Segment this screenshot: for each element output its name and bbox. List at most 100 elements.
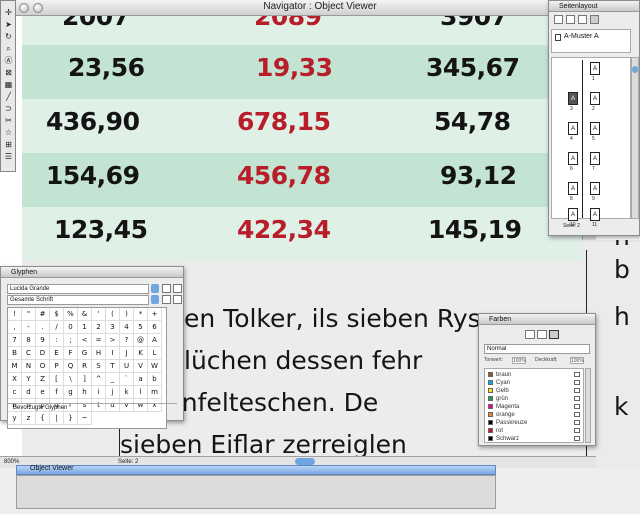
favorites-label[interactable]: Bevorzugte Glyphen [13, 405, 67, 411]
page-thumbnail[interactable]: A [568, 122, 578, 135]
grid-tool-icon[interactable]: ⊞ [3, 139, 14, 150]
duplicate-page-icon[interactable] [566, 15, 575, 24]
color-item[interactable]: Passkreuze [488, 419, 582, 427]
glyph-cell[interactable]: } [64, 412, 78, 425]
color-item[interactable]: orange [488, 411, 582, 419]
page-thumbnail[interactable]: A [590, 122, 600, 135]
glyph-cell[interactable]: \ [64, 373, 78, 386]
hand-tool-icon[interactable]: ☰ [3, 151, 14, 162]
color-item[interactable]: rot [488, 427, 582, 435]
panel-title[interactable]: Seitenlayout [549, 1, 639, 12]
glyph-cell[interactable]: ! [8, 308, 22, 321]
glyph-cell[interactable]: 7 [8, 334, 22, 347]
glyph-cell[interactable]: L [148, 347, 162, 360]
page-list-scrollbar[interactable] [631, 57, 639, 219]
font-dropdown-icon[interactable] [151, 284, 159, 293]
glyph-cell[interactable]: V [134, 360, 148, 373]
glyph-cell[interactable]: ^ [92, 373, 106, 386]
glyph-cell[interactable]: O [36, 360, 50, 373]
zoom-tool-icon[interactable]: ⌕ [3, 43, 14, 54]
page-thumbnail[interactable]: A [590, 208, 600, 221]
glyph-cell[interactable]: < [78, 334, 92, 347]
panel-title[interactable]: Farben [479, 314, 595, 325]
glyph-cell[interactable]: _ [106, 373, 120, 386]
color-item[interactable]: Cyan [488, 379, 582, 387]
page-thumbnail[interactable]: A [590, 62, 600, 75]
glyph-cell[interactable]: l [134, 386, 148, 399]
glyph-cell[interactable]: = [92, 334, 106, 347]
page-thumbnail[interactable]: A [568, 152, 578, 165]
color-item[interactable]: Gelb [488, 387, 582, 395]
glyph-cell[interactable]: d [22, 386, 36, 399]
glyph-cell[interactable]: f [50, 386, 64, 399]
glyph-cell[interactable]: m [148, 386, 162, 399]
glyph-cell[interactable]: 5 [134, 321, 148, 334]
glyph-cell[interactable]: t [92, 399, 106, 412]
table-tool-icon[interactable]: ▦ [3, 79, 14, 90]
glyph-cell[interactable]: 8 [22, 334, 36, 347]
page-thumbnail[interactable]: A [568, 182, 578, 195]
frame-color-icon[interactable] [525, 330, 535, 339]
glyph-cell[interactable]: $ [50, 308, 64, 321]
glyph-cell[interactable]: w [134, 399, 148, 412]
glyph-cell[interactable]: b [148, 373, 162, 386]
star-tool-icon[interactable]: ☆ [3, 127, 14, 138]
glyph-cell[interactable]: 0 [64, 321, 78, 334]
glyph-cell[interactable]: T [106, 360, 120, 373]
subset-dropdown-icon[interactable] [151, 295, 159, 304]
glyph-cell[interactable]: x [148, 399, 162, 412]
blend-mode-select[interactable]: Normal [484, 344, 590, 354]
glyph-cell[interactable]: - [22, 321, 36, 334]
glyph-cell[interactable]: , [8, 321, 22, 334]
glyph-cell[interactable]: ) [120, 308, 134, 321]
page-list[interactable]: A 1 A 2 A 3 A 4 A 5 A 6 A 7 A 8 A 9 A 10 A 11 [551, 57, 631, 228]
move-tool-icon[interactable]: ✛ [3, 7, 14, 18]
glyph-cell[interactable]: c [8, 386, 22, 399]
glyph-cell[interactable]: k [120, 386, 134, 399]
page-thumbnail[interactable]: A [568, 208, 578, 221]
glyph-cell[interactable]: v [120, 399, 134, 412]
glyph-cell[interactable]: K [134, 347, 148, 360]
glyph-cell[interactable]: S [92, 360, 106, 373]
glyph-cell[interactable]: ? [120, 334, 134, 347]
glyph-cell[interactable]: # [36, 308, 50, 321]
font-field[interactable]: Lucida Grande [7, 284, 149, 294]
unlink-tool-icon[interactable]: ✂ [3, 115, 14, 126]
page-thumbnail[interactable]: A [590, 92, 600, 105]
glyph-cell[interactable]: & [78, 308, 92, 321]
glyph-cell[interactable]: 2 [92, 321, 106, 334]
glyph-cell[interactable]: G [78, 347, 92, 360]
glyph-cell[interactable]: H [92, 347, 106, 360]
page-thumbnail[interactable]: A [590, 182, 600, 195]
text-box-icon[interactable]: Ⓐ [3, 55, 14, 66]
glyph-cell[interactable]: j [106, 386, 120, 399]
glyph-cell[interactable]: D [36, 347, 50, 360]
glyph-cell[interactable]: @ [134, 334, 148, 347]
zoom-out-icon[interactable] [173, 295, 182, 304]
object-viewer-tab[interactable] [16, 465, 496, 475]
glyph-cell[interactable]: Z [36, 373, 50, 386]
glyph-cell[interactable]: E [50, 347, 64, 360]
glyph-cell[interactable]: I [106, 347, 120, 360]
page-thumbnail[interactable]: A [590, 152, 600, 165]
color-list-scrollbar[interactable] [585, 368, 591, 443]
glyph-cell[interactable]: / [50, 321, 64, 334]
deckkraft-field[interactable]: 100% [570, 357, 584, 364]
glyph-cell[interactable]: . [36, 321, 50, 334]
color-item[interactable]: grün [488, 395, 582, 403]
master-list[interactable]: A-Muster A [551, 29, 631, 53]
glyph-cell[interactable]: M [8, 360, 22, 373]
glyph-cell[interactable]: U [120, 360, 134, 373]
glyph-cell[interactable]: Y [22, 373, 36, 386]
glyph-cell[interactable]: 1 [78, 321, 92, 334]
glyph-cell[interactable]: { [36, 412, 50, 425]
glyph-cell[interactable]: J [120, 347, 134, 360]
master-name[interactable]: A-Muster A [564, 33, 599, 40]
glyph-cell[interactable]: B [8, 347, 22, 360]
glyph-cell[interactable]: ; [64, 334, 78, 347]
rotate-tool-icon[interactable]: ↻ [3, 31, 14, 42]
glyph-cell[interactable]: % [64, 308, 78, 321]
tonwert-field[interactable]: 100% [512, 357, 526, 364]
glyph-cell[interactable]: | [50, 412, 64, 425]
color-item[interactable]: braun [488, 371, 582, 379]
